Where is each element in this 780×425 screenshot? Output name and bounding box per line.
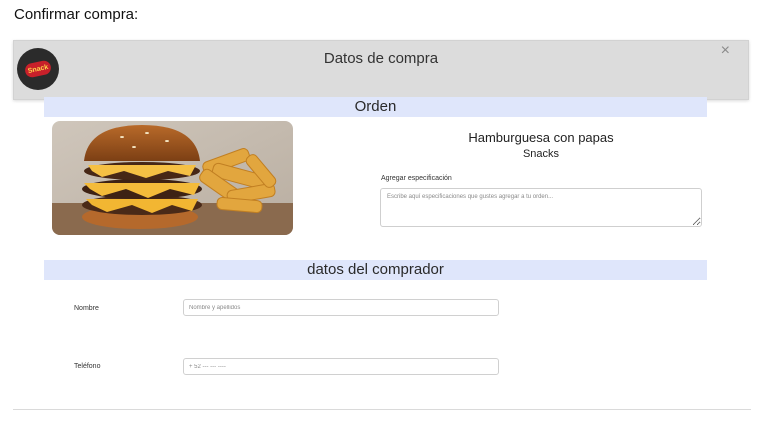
purchase-modal: Snack Datos de compra × Orden Hamburgues… [13, 40, 751, 410]
order-section-title: Orden [44, 97, 707, 117]
modal-header: Snack Datos de compra × [13, 40, 749, 100]
hamburger-photo-icon [52, 121, 293, 235]
name-label: Nombre [74, 305, 99, 312]
product-category: Snacks [522, 148, 560, 160]
phone-input[interactable] [183, 358, 499, 375]
footer-divider [13, 409, 751, 410]
phone-label: Teléfono [74, 363, 101, 370]
buyer-section-title: datos del comprador [44, 260, 707, 280]
product-name: Hamburguesa con papas [468, 130, 614, 145]
close-icon[interactable]: × [721, 43, 730, 59]
specification-textarea[interactable] [380, 188, 702, 227]
page-heading: Confirmar compra: [14, 6, 139, 23]
specification-label: Agregar especificación [381, 175, 452, 182]
modal-title: Datos de compra [323, 50, 439, 67]
name-input[interactable] [183, 299, 499, 316]
product-image [52, 121, 293, 235]
